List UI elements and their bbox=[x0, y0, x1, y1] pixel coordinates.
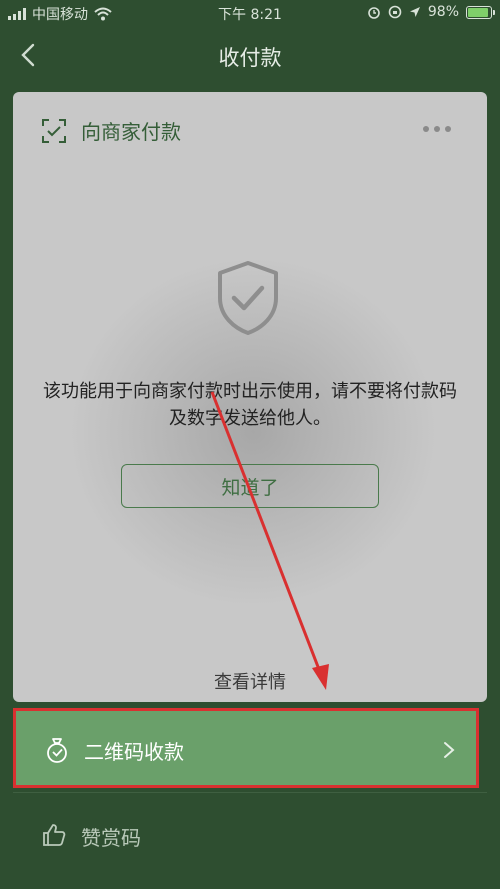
got-it-button[interactable]: 知道了 bbox=[121, 464, 379, 508]
thumbs-up-icon bbox=[43, 824, 66, 846]
card-header: 向商家付款 bbox=[41, 116, 181, 145]
rotation-lock-icon bbox=[388, 5, 402, 19]
appreciation-code-row[interactable]: 赞赏码 bbox=[13, 796, 487, 876]
qr-code-collect-row[interactable]: 二维码收款 bbox=[13, 708, 479, 788]
money-bag-icon bbox=[47, 738, 67, 763]
qr-code-collect-label: 二维码收款 bbox=[84, 740, 184, 764]
security-notice-text: 该功能用于向商家付款时出示使用，请不要将付款码及数字发送给他人。 bbox=[43, 381, 457, 429]
battery-icon bbox=[466, 5, 495, 19]
divider bbox=[13, 792, 487, 793]
card-header-label: 向商家付款 bbox=[81, 120, 181, 144]
scan-icon bbox=[42, 118, 66, 143]
more-icon[interactable] bbox=[423, 126, 451, 132]
status-bar: 中国移动 下午 8:21 98% bbox=[0, 0, 500, 26]
nav-bar: 收付款 bbox=[0, 26, 500, 86]
page-title: 收付款 bbox=[218, 46, 282, 70]
shield-check-icon bbox=[218, 261, 278, 335]
location-icon bbox=[409, 7, 420, 17]
battery-percent: 98% bbox=[427, 4, 459, 20]
chevron-right-icon bbox=[444, 742, 455, 758]
appreciation-code-label: 赞赏码 bbox=[81, 826, 141, 850]
alarm-icon bbox=[368, 7, 380, 19]
merchant-payment-card: 向商家付款 该功能用于向商家付款时出示使用，请不要将付款码及数字发送给他人。 知… bbox=[13, 92, 487, 702]
view-details-link[interactable]: 查看详情 bbox=[13, 668, 487, 694]
